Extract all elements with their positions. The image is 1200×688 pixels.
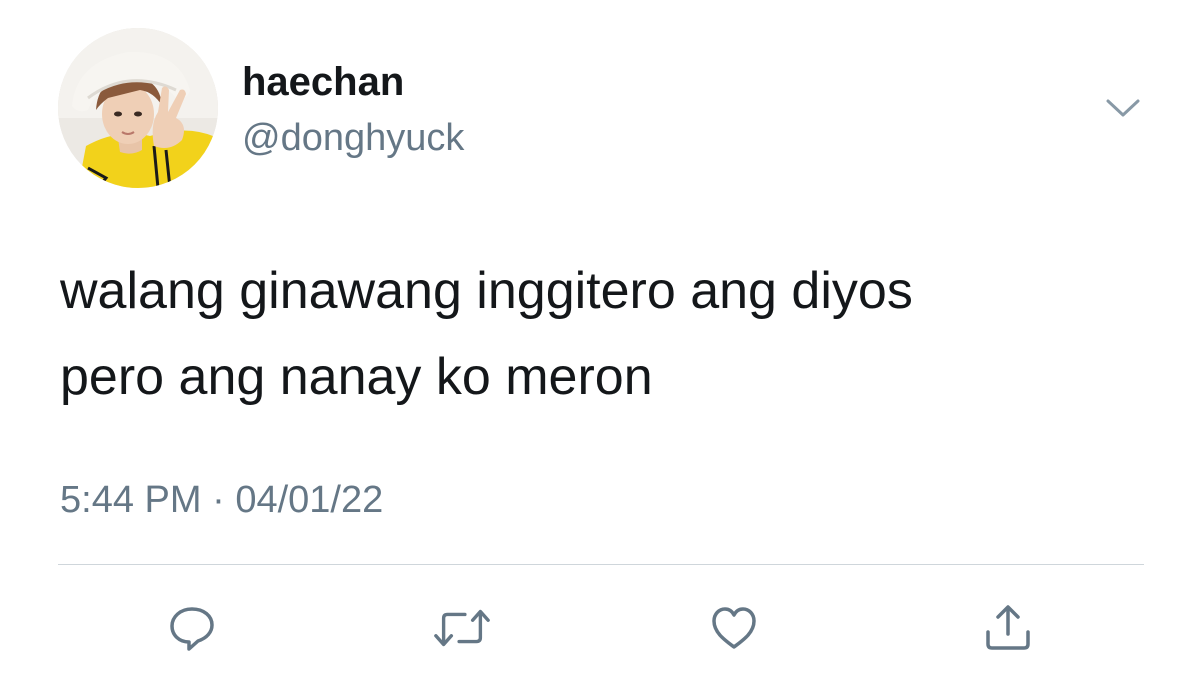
chevron-down-icon [1106,99,1140,117]
reply-icon [170,607,214,651]
like-icon [712,607,756,649]
avatar[interactable] [58,28,218,188]
retweet-button[interactable] [432,598,492,658]
profile-photo-icon [58,28,218,188]
share-button[interactable] [978,598,1038,658]
reply-button[interactable] [162,598,222,658]
author-handle[interactable]: @donghyuck [242,114,464,162]
share-icon [986,605,1030,650]
tweet-menu-button[interactable] [1100,92,1146,124]
like-button[interactable] [704,598,764,658]
tweet-text-line: walang ginawang inggitero ang diyos [60,262,913,320]
tweet-card: haechan @donghyuck walang ginawang inggi… [0,0,1200,688]
tweet-date: 04/01/22 [235,479,384,521]
tweet-time: 5:44 PM [60,479,202,521]
tweet-timestamp[interactable]: 5:44 PM · 04/01/22 [60,476,383,524]
timestamp-separator: · [212,479,225,521]
tweet-text-line: pero ang nanay ko meron [60,348,653,406]
divider [58,564,1144,565]
author-display-name[interactable]: haechan [242,58,404,106]
retweet-icon [434,609,490,647]
tweet-text: walang ginawang inggitero ang diyos pero… [60,248,1160,420]
